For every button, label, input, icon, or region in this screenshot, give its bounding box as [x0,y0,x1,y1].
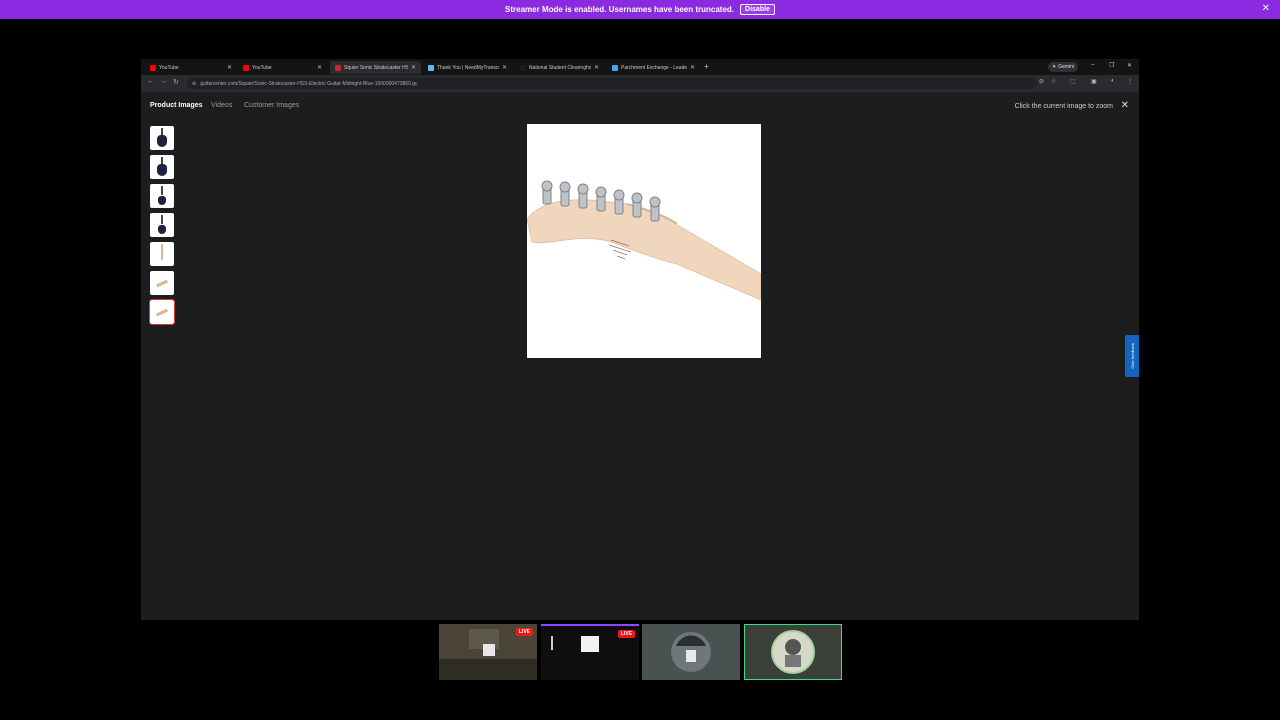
banner-close-icon[interactable]: ✕ [1262,3,1270,14]
sidepanel-icon[interactable]: ▣ [1091,78,1097,85]
stream-preview-1[interactable]: LIVE [439,624,537,680]
thumbnail-7[interactable] [149,299,175,325]
sparkle-icon: ✦ [1052,64,1057,70]
tab-title: Parchment Exchange - Leader [621,64,687,71]
tab-needmytranscript[interactable]: Thank You | NeedMyTranscript ✕ [423,61,512,74]
back-icon[interactable]: ← [147,78,154,85]
close-tab-icon[interactable]: ✕ [411,64,416,71]
youtube-icon [150,64,156,71]
bookmark-star-icon[interactable]: ☆ [1051,78,1056,85]
gemini-label: Gemini [1058,64,1075,70]
clearinghouse-icon [520,64,526,71]
banner-text: Streamer Mode is enabled. Usernames have… [505,5,735,14]
restore-icon[interactable]: ❐ [1109,62,1114,69]
tab-title: National Student Clearinghouse [529,64,591,71]
close-tab-icon[interactable]: ✕ [690,64,695,71]
browser-toolbar: ← → ↻ ⊜ guitarcenter.com/Squier/Sonic-St… [141,75,1139,92]
product-image-viewer: Product Images Videos Customer Images Cl… [141,92,1139,620]
main-product-image[interactable] [527,124,761,358]
guitar-headstock-image [527,180,761,301]
zoom-hint: Click the current image to zoom [1014,103,1113,110]
close-icon[interactable]: ✕ [1121,100,1129,111]
thumbnail-4[interactable] [150,213,174,237]
tab-title: YouTube [159,64,179,71]
feedback-label: Give feedback [1129,343,1135,369]
minimize-icon[interactable]: – [1091,62,1094,68]
guitarcenter-icon [335,64,341,71]
new-tab-icon[interactable]: + [704,62,709,71]
close-window-icon[interactable]: ✕ [1127,62,1132,69]
tab-title: YouTube [252,64,272,71]
tab-parchment[interactable]: Parchment Exchange - Leader ✕ [607,61,700,74]
give-feedback-tab[interactable]: Give feedback [1125,335,1139,377]
stream-preview-3[interactable] [642,624,740,680]
url-text: guitarcenter.com/Squier/Sonic-Stratocast… [200,80,418,87]
extensions-icon[interactable]: ⬚ [1070,78,1076,85]
tab-title: Thank You | NeedMyTranscript [437,64,499,71]
tab-strip: YouTube ✕ YouTube ✕ Squier Sonic Stratoc… [141,59,1139,75]
disable-button[interactable]: Disable [740,4,775,15]
tab-title: Squier Sonic Stratocaster HSS E [344,64,408,71]
live-badge: LIVE [617,630,635,638]
tab-youtube-1[interactable]: YouTube ✕ [145,61,237,74]
site-info-icon[interactable]: ⊜ [192,81,196,87]
thumbnail-2[interactable] [150,155,174,179]
document-icon [428,64,434,71]
streamer-mode-banner: Streamer Mode is enabled. Usernames have… [0,0,1280,19]
thumbnail-5[interactable] [150,242,174,266]
stream-preview-2[interactable]: LIVE [541,624,639,680]
profile-icon[interactable]: ◐ [1111,78,1115,84]
reload-icon[interactable]: ↻ [173,78,179,86]
close-tab-icon[interactable]: ✕ [502,64,507,71]
live-badge: LIVE [515,628,533,636]
tab-clearinghouse[interactable]: National Student Clearinghouse ✕ [515,61,604,74]
tab-squier-stratocaster[interactable]: Squier Sonic Stratocaster HSS E ✕ [330,61,421,74]
eye-off-icon[interactable]: ⊘ [1039,78,1044,85]
forward-icon[interactable]: → [160,78,167,85]
close-tab-icon[interactable]: ✕ [317,64,322,71]
thumbnail-3[interactable] [150,184,174,208]
thumbnail-6[interactable] [150,271,174,295]
browser-window: YouTube ✕ YouTube ✕ Squier Sonic Stratoc… [141,59,1139,620]
parchment-icon [612,64,618,71]
tab-videos[interactable]: Videos [211,102,232,109]
menu-icon[interactable]: ⋮ [1127,78,1133,85]
tab-youtube-2[interactable]: YouTube ✕ [238,61,327,74]
thumbnail-1[interactable] [150,126,174,150]
address-bar[interactable]: ⊜ guitarcenter.com/Squier/Sonic-Stratoca… [187,78,1037,89]
stream-preview-4[interactable] [744,624,842,680]
close-tab-icon[interactable]: ✕ [594,64,599,71]
avatar-thumbnail [745,625,841,679]
close-tab-icon[interactable]: ✕ [227,64,232,71]
youtube-icon [243,64,249,71]
gemini-button[interactable]: ✦ Gemini [1048,62,1079,72]
tab-customer-images[interactable]: Customer Images [244,102,299,109]
avatar-thumbnail [642,624,740,680]
tab-product-images[interactable]: Product Images [150,102,203,109]
